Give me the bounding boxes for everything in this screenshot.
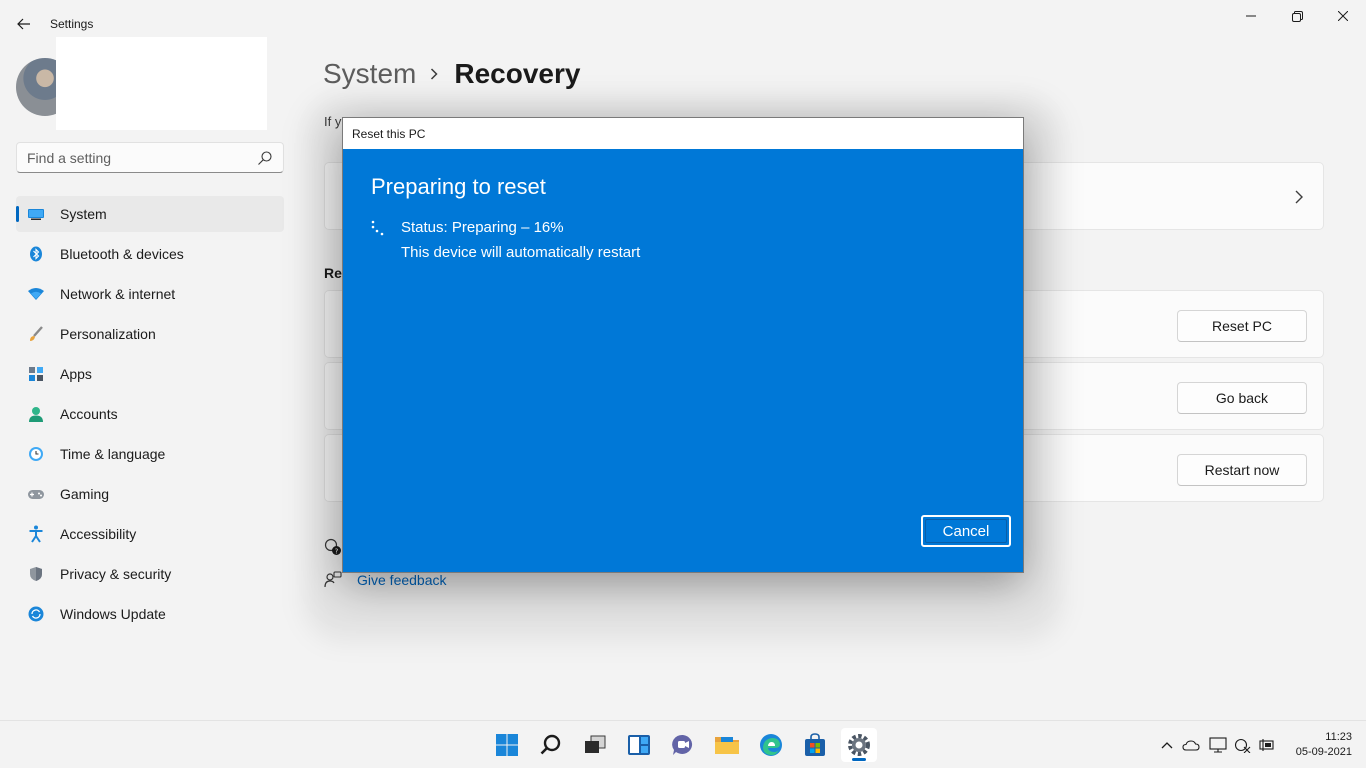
apps-icon — [27, 365, 45, 383]
restart-now-button[interactable]: Restart now — [1177, 454, 1307, 486]
task-view-button[interactable] — [577, 728, 613, 762]
reset-this-pc-dialog: Reset this PC Preparing to reset Status:… — [342, 117, 1024, 573]
search-icon — [540, 734, 561, 755]
display-tray-button[interactable] — [1208, 735, 1228, 755]
display-icon — [1209, 737, 1227, 753]
store-button[interactable] — [797, 728, 833, 762]
sidebar-item-apps[interactable]: Apps — [16, 356, 284, 392]
sidebar-item-system[interactable]: System — [16, 196, 284, 232]
arrow-left-icon — [17, 18, 30, 30]
onedrive-button[interactable] — [1181, 735, 1201, 755]
sidebar-item-bluetooth[interactable]: Bluetooth & devices — [16, 236, 284, 272]
cancel-button[interactable]: Cancel — [921, 515, 1011, 547]
close-button[interactable] — [1320, 0, 1366, 32]
store-icon — [805, 733, 825, 756]
sidebar-item-label: Personalization — [60, 326, 156, 342]
sidebar-item-label: Apps — [60, 366, 92, 382]
file-explorer-icon — [715, 737, 739, 754]
onedrive-icon — [1182, 740, 1200, 751]
sidebar-item-network[interactable]: Network & internet — [16, 276, 284, 312]
minimize-button[interactable] — [1228, 0, 1274, 32]
dialog-title-bar: Reset this PC — [343, 118, 1023, 149]
sidebar-item-label: Gaming — [60, 486, 110, 502]
loading-spinner-icon — [371, 220, 384, 236]
sidebar-item-label: Time & language — [60, 446, 166, 462]
restore-button[interactable] — [1274, 0, 1320, 32]
person-icon — [27, 405, 45, 423]
reset-pc-button[interactable]: Reset PC — [1177, 310, 1307, 342]
sidebar-item-personalization[interactable]: Personalization — [16, 316, 284, 352]
sidebar-item-label: Accounts — [60, 406, 118, 422]
widgets-icon — [628, 735, 650, 755]
file-explorer-button[interactable] — [709, 728, 745, 762]
start-icon — [496, 734, 518, 756]
back-button[interactable] — [12, 12, 36, 36]
battery-tray-button[interactable] — [1256, 735, 1276, 755]
app-title: Settings — [50, 17, 94, 31]
chat-button[interactable] — [665, 728, 701, 762]
sidebar-item-label: Privacy & security — [60, 566, 172, 582]
update-icon — [27, 605, 45, 623]
go-back-button[interactable]: Go back — [1177, 382, 1307, 414]
gamepad-icon — [27, 485, 45, 503]
breadcrumb: System Recovery — [323, 58, 580, 90]
clock[interactable]: 11:23 05-09-2021 — [1296, 730, 1352, 760]
widgets-button[interactable] — [621, 728, 657, 762]
search-icon — [258, 151, 272, 165]
search-input[interactable] — [27, 149, 247, 167]
clock-globe-icon — [27, 445, 45, 463]
chat-icon — [672, 734, 693, 755]
sidebar-item-label: Bluetooth & devices — [60, 246, 184, 262]
bluetooth-icon — [27, 245, 45, 263]
page-title: Recovery — [454, 58, 581, 89]
restart-note: This device will automatically restart — [401, 244, 641, 261]
chevron-right-icon — [430, 67, 440, 81]
brush-icon — [27, 325, 45, 343]
restore-icon — [1291, 10, 1303, 22]
network-tray-button[interactable] — [1233, 735, 1253, 755]
reset-status: Status: Preparing – 16% — [401, 219, 564, 236]
sidebar-item-label: System — [60, 206, 107, 222]
sidebar-item-label: Windows Update — [60, 606, 166, 622]
sidebar-item-accessibility[interactable]: Accessibility — [16, 516, 284, 552]
settings-button[interactable] — [841, 728, 877, 762]
profile-info-redacted — [56, 37, 267, 130]
chevron-right-icon — [1295, 190, 1303, 204]
edge-button[interactable] — [753, 728, 789, 762]
breadcrumb-parent[interactable]: System — [323, 58, 416, 90]
sidebar-item-privacy[interactable]: Privacy & security — [16, 556, 284, 592]
clock-time: 11:23 — [1325, 731, 1352, 743]
dialog-heading: Preparing to reset — [371, 174, 546, 199]
title-bar: Settings — [0, 0, 1366, 40]
network-icon — [1234, 738, 1251, 753]
dialog-title: Reset this PC — [352, 127, 426, 141]
sidebar-item-accounts[interactable]: Accounts — [16, 396, 284, 432]
sidebar-item-windows-update[interactable]: Windows Update — [16, 596, 284, 632]
wifi-icon — [27, 285, 45, 303]
close-icon — [1338, 11, 1348, 21]
display-icon — [27, 205, 45, 223]
sidebar-item-label: Network & internet — [60, 286, 176, 302]
taskbar-search-button[interactable] — [533, 728, 569, 762]
sidebar-nav: System Bluetooth & devices Network & int… — [16, 196, 284, 636]
sidebar-item-time-language[interactable]: Time & language — [16, 436, 284, 472]
shield-icon — [27, 565, 45, 583]
minimize-icon — [1246, 15, 1256, 17]
task-view-icon — [585, 735, 606, 753]
search-box[interactable] — [16, 142, 284, 173]
sidebar-item-gaming[interactable]: Gaming — [16, 476, 284, 512]
settings-icon — [848, 734, 870, 756]
start-button[interactable] — [489, 728, 525, 762]
taskbar: 11:23 05-09-2021 — [0, 720, 1366, 768]
sidebar-item-label: Accessibility — [60, 526, 137, 542]
chevron-up-icon — [1161, 742, 1173, 749]
clock-date: 05-09-2021 — [1295, 746, 1352, 758]
battery-icon — [1259, 739, 1274, 751]
accessibility-icon — [27, 525, 45, 543]
edge-icon — [760, 734, 782, 756]
show-hidden-icons-button[interactable] — [1157, 735, 1177, 755]
